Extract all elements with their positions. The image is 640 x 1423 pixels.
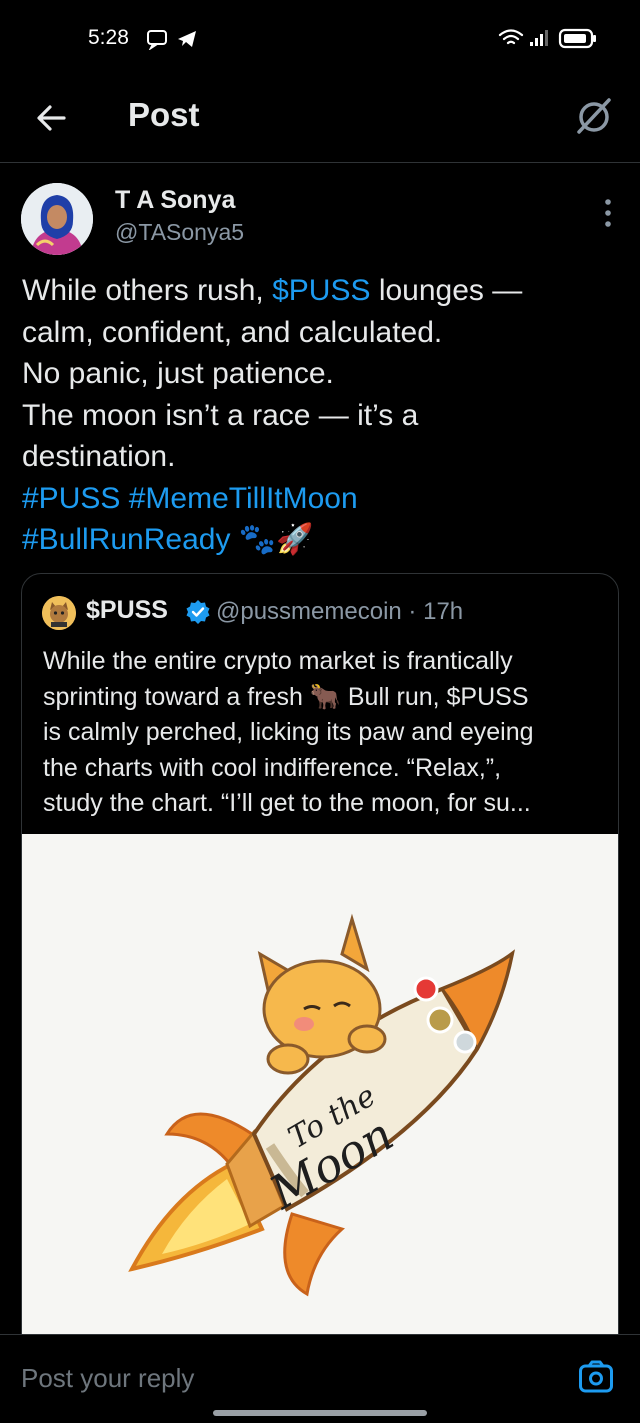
quoted-text: While the entire crypto market is franti… [43, 644, 603, 822]
cat-rocket-illustration: To the Moon [22, 834, 618, 1364]
home-indicator[interactable] [213, 1410, 427, 1416]
hashtag-link[interactable]: #PUSS #MemeTillItMoon [22, 478, 612, 520]
back-button[interactable] [30, 96, 74, 140]
quoted-media-image[interactable]: To the Moon [22, 834, 618, 1364]
more-options-button[interactable] [598, 196, 618, 232]
cashtag-link[interactable]: $PUSS [272, 274, 370, 307]
battery-icon [558, 28, 596, 49]
post-text: While others rush, $PUSS lounges — calm,… [22, 270, 612, 561]
camera-icon [579, 1360, 613, 1393]
post-line: The moon isn’t a race — it’s a [22, 398, 419, 432]
camera-button[interactable] [578, 1359, 614, 1395]
quoted-line: is calmly perched, licking its paw and e… [43, 718, 534, 746]
top-app-bar: Post [0, 78, 640, 163]
more-vertical-icon [605, 199, 611, 227]
telegram-icon [178, 31, 196, 47]
back-arrow-icon [37, 105, 66, 131]
quoted-post-card[interactable]: $PUSS @pussmemecoin · 17h While the enti… [21, 573, 619, 1365]
status-bar: 5:28 [0, 0, 640, 78]
quoted-line: sprinting toward a fresh 🐂 Bull run, $PU… [43, 682, 529, 711]
signal-icon [530, 30, 548, 46]
quoted-handle-time: @pussmemecoin · 17h [216, 598, 464, 625]
hashtag-link[interactable]: #BullRunReady [22, 523, 230, 556]
quoted-avatar[interactable] [42, 596, 76, 630]
paw-rocket-emoji: 🐾🚀 [238, 523, 314, 556]
quoted-line: the charts with cool indifference. “Rela… [43, 753, 502, 782]
author-name[interactable]: T A Sonya [115, 186, 235, 215]
post-line: calm, confident, and calculated. [22, 315, 443, 349]
wifi-icon [498, 29, 524, 45]
quoted-line: study the chart. “I’ll get to the moon, … [43, 789, 531, 817]
quoted-line: While the entire crypto market is franti… [43, 647, 513, 675]
verified-badge-icon [186, 600, 210, 624]
reply-input[interactable]: Post your reply [21, 1363, 194, 1394]
chat-bubble-icon [147, 30, 167, 51]
post-line: No panic, just patience. [22, 357, 334, 390]
post-line: While others rush, $PUSS lounges — [22, 274, 523, 307]
author-handle[interactable]: @TASonya5 [115, 219, 244, 246]
grok-button[interactable] [572, 94, 616, 138]
post-line: destination. [22, 440, 176, 473]
author-avatar[interactable] [21, 183, 93, 255]
avatar-image [21, 183, 93, 255]
grok-icon [577, 98, 611, 134]
quoted-author-name[interactable]: $PUSS [86, 596, 168, 625]
page-title: Post [128, 96, 200, 133]
system-icons [498, 26, 602, 55]
notification-icons [146, 28, 202, 55]
status-time: 5:28 [88, 26, 129, 49]
